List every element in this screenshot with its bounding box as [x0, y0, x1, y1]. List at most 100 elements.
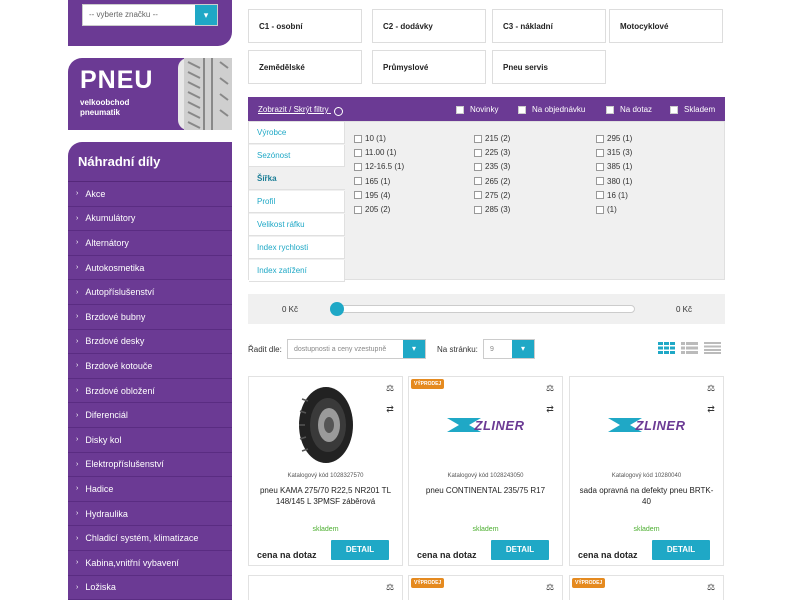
filter-option[interactable]: 265 (2)	[474, 177, 510, 186]
checkbox-icon[interactable]	[474, 134, 482, 143]
product-name-link[interactable]: pneu KAMA 275/70 R22,5 NR201 TL 148/145 …	[257, 485, 394, 507]
category-button[interactable]: Průmyslové	[372, 50, 486, 84]
filter-option[interactable]: 235 (3)	[474, 162, 510, 171]
checkbox-icon[interactable]	[474, 205, 482, 214]
filter-option[interactable]: (1)	[596, 205, 617, 214]
chevron-down-icon[interactable]: ▾	[195, 5, 217, 25]
compare-icon[interactable]: ⚖	[384, 581, 396, 593]
filter-flag-checkbox[interactable]: Na objednávku	[518, 105, 585, 114]
product-image[interactable]	[249, 383, 402, 467]
sort-select[interactable]: dostupnosti a ceny vzestupně ▾	[287, 339, 426, 359]
checkbox-icon[interactable]	[456, 105, 464, 114]
compare-icon[interactable]: ⚖	[705, 581, 717, 593]
filter-option[interactable]: 10 (1)	[354, 134, 386, 143]
parts-menu-item[interactable]: › Brzdové obložení	[68, 379, 232, 404]
price-slider-handle[interactable]	[330, 302, 344, 316]
filter-option[interactable]: 295 (1)	[596, 134, 632, 143]
filter-tab[interactable]: Index zatížení	[249, 260, 345, 282]
filter-tab[interactable]: Šířka	[249, 168, 345, 190]
filter-option[interactable]: 385 (1)	[596, 162, 632, 171]
category-button[interactable]: Zemědělské	[248, 50, 362, 84]
parts-menu-item[interactable]: › Diferenciál	[68, 403, 232, 428]
filter-tab[interactable]: Profil	[249, 191, 345, 213]
checkbox-icon[interactable]	[354, 162, 362, 171]
filter-option[interactable]: 205 (2)	[354, 205, 390, 214]
compare-icon[interactable]: ⚖	[544, 581, 556, 593]
filter-flag-checkbox[interactable]: Novinky	[456, 105, 498, 114]
filter-option[interactable]: 285 (3)	[474, 205, 510, 214]
category-button[interactable]: C1 - osobní	[248, 9, 362, 43]
filter-flag-checkbox[interactable]: Na dotaz	[606, 105, 652, 114]
checkbox-icon[interactable]	[474, 177, 482, 186]
brand-select[interactable]: -- vyberte značku -- ▾	[82, 4, 218, 26]
parts-menu-item[interactable]: › Kabina,vnitřní vybavení	[68, 551, 232, 576]
parts-menu-item[interactable]: › Alternátory	[68, 231, 232, 256]
filter-option[interactable]: 225 (3)	[474, 148, 510, 157]
table-view-icon[interactable]	[704, 342, 721, 354]
checkbox-icon[interactable]	[596, 134, 604, 143]
checkbox-icon[interactable]	[518, 105, 526, 114]
filter-option[interactable]: 11.00 (1)	[354, 148, 396, 157]
detail-button[interactable]: DETAIL	[491, 540, 549, 560]
parts-menu-item[interactable]: › Hadice	[68, 477, 232, 502]
filter-option[interactable]: 215 (2)	[474, 134, 510, 143]
checkbox-icon[interactable]	[474, 148, 482, 157]
checkbox-icon[interactable]	[596, 148, 604, 157]
checkbox-icon[interactable]	[474, 162, 482, 171]
filter-option[interactable]: 12-16.5 (1)	[354, 162, 404, 171]
parts-menu-item[interactable]: › Elektropříslušenství	[68, 453, 232, 478]
checkbox-icon[interactable]	[670, 105, 678, 114]
filter-tab[interactable]: Sezónost	[249, 145, 345, 167]
parts-menu-item[interactable]: › Akumulátory	[68, 207, 232, 232]
product-image[interactable]: ZLINER	[570, 383, 723, 467]
parts-menu-item[interactable]: › Akce	[68, 182, 232, 207]
filter-flag-checkbox[interactable]: Skladem	[670, 105, 715, 114]
parts-menu-item[interactable]: › Brzdové bubny	[68, 305, 232, 330]
checkbox-icon[interactable]	[596, 205, 604, 214]
parts-menu-item[interactable]: › Brzdové kotouče	[68, 354, 232, 379]
parts-menu-item[interactable]: › Autokosmetika	[68, 256, 232, 281]
checkbox-icon[interactable]	[354, 177, 362, 186]
filter-toggle-link[interactable]: Zobrazit / Skrýt filtry ˆ	[258, 105, 343, 116]
product-image[interactable]: ZLINER	[409, 383, 562, 467]
category-button[interactable]: C3 - nákladní	[492, 9, 606, 43]
filter-option[interactable]: 165 (1)	[354, 177, 390, 186]
category-button[interactable]: Motocyklové	[609, 9, 723, 43]
parts-menu-item[interactable]: › Hydraulika	[68, 502, 232, 527]
checkbox-icon[interactable]	[596, 191, 604, 200]
filter-option[interactable]: 16 (1)	[596, 191, 628, 200]
checkbox-icon[interactable]	[354, 191, 362, 200]
filter-option[interactable]: 380 (1)	[596, 177, 632, 186]
filter-option[interactable]: 195 (4)	[354, 191, 390, 200]
checkbox-icon[interactable]	[606, 105, 614, 114]
filter-option[interactable]: 275 (2)	[474, 191, 510, 200]
per-page-select[interactable]: 9 ▾	[483, 339, 535, 359]
category-button[interactable]: Pneu servis	[492, 50, 606, 84]
checkbox-icon[interactable]	[596, 177, 604, 186]
parts-menu-item[interactable]: › Disky kol	[68, 428, 232, 453]
checkbox-icon[interactable]	[354, 205, 362, 214]
list-view-icon[interactable]	[681, 342, 698, 354]
detail-button[interactable]: DETAIL	[331, 540, 389, 560]
grid-view-icon[interactable]	[658, 342, 675, 354]
product-name-link[interactable]: pneu CONTINENTAL 235/75 R17	[417, 485, 554, 496]
price-slider-track[interactable]	[333, 305, 635, 313]
checkbox-icon[interactable]	[474, 191, 482, 200]
filter-option[interactable]: 315 (3)	[596, 148, 632, 157]
parts-menu-item[interactable]: › Autopříslušenství	[68, 280, 232, 305]
category-button[interactable]: C2 - dodávky	[372, 9, 486, 43]
checkbox-icon[interactable]	[354, 134, 362, 143]
checkbox-icon[interactable]	[596, 162, 604, 171]
chevron-down-icon[interactable]: ▾	[403, 340, 425, 358]
parts-menu-item[interactable]: › Brzdové desky	[68, 330, 232, 355]
parts-menu-item[interactable]: › Chladicí systém, klimatizace	[68, 526, 232, 551]
detail-button[interactable]: DETAIL	[652, 540, 710, 560]
filter-tab[interactable]: Velikost ráfku	[249, 214, 345, 236]
pneu-promo-banner[interactable]: PNEU velkoobchod pneumatik	[68, 58, 232, 130]
parts-menu-item[interactable]: › Ložiska	[68, 576, 232, 600]
product-name-link[interactable]: sada opravná na defekty pneu BRTK-40	[578, 485, 715, 507]
filter-tab[interactable]: Výrobce	[249, 122, 345, 144]
checkbox-icon[interactable]	[354, 148, 362, 157]
filter-tab[interactable]: Index rychlosti	[249, 237, 345, 259]
chevron-down-icon[interactable]: ▾	[512, 340, 534, 358]
